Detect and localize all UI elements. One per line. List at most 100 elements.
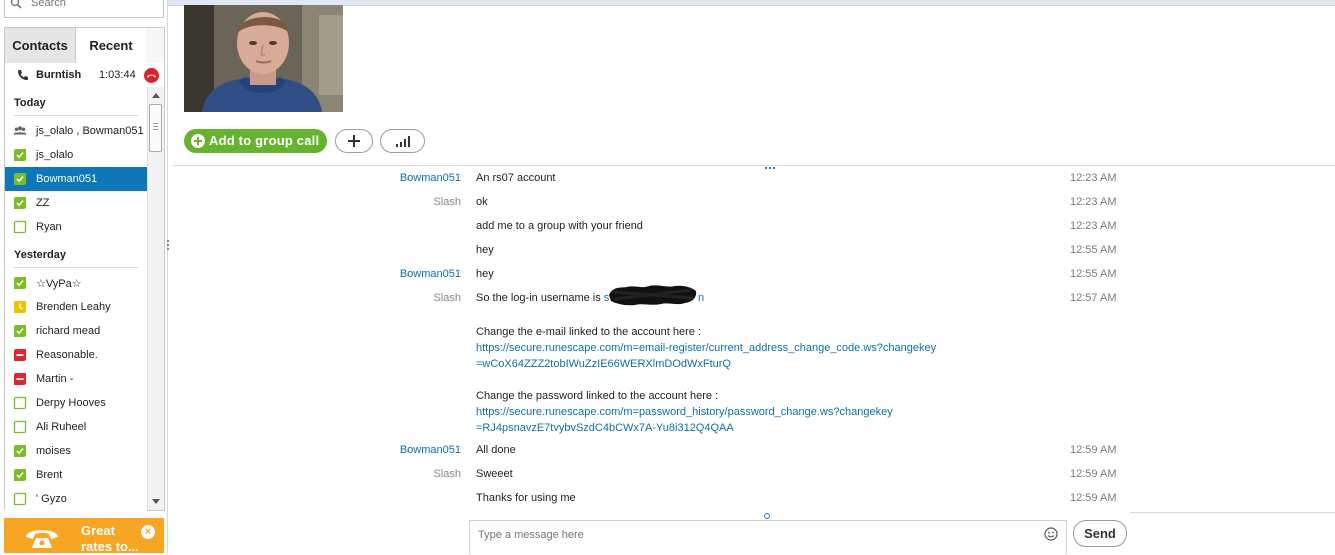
contact-item[interactable]: Brent xyxy=(5,463,147,487)
contact-name: Bowman051 xyxy=(36,173,98,185)
password-change-link[interactable]: https://secure.runescape.com/m=password_… xyxy=(476,406,893,418)
message-text: hey xyxy=(476,268,494,280)
contact-item[interactable]: ☆VyPa☆ xyxy=(5,271,147,295)
call-quality-button[interactable] xyxy=(380,129,425,153)
message-time: 12:55 AM xyxy=(1070,244,1117,256)
signal-bar xyxy=(408,136,410,147)
message-sender[interactable]: Bowman051 xyxy=(400,172,461,184)
phone-handset-icon xyxy=(26,530,58,548)
contact-portrait xyxy=(184,5,343,112)
contact-item[interactable]: Ryan xyxy=(5,215,147,239)
close-promo-icon[interactable]: × xyxy=(141,525,155,539)
contact-item[interactable]: js_olalo xyxy=(5,143,147,167)
group-heading-yesterday: Yesterday xyxy=(14,249,138,268)
contact-item[interactable]: richard mead xyxy=(5,319,147,343)
message-sender[interactable]: Slash xyxy=(433,196,461,208)
contact-name: moises xyxy=(36,445,71,457)
signal-bar xyxy=(396,144,398,147)
message-text-prefix: So the log-in username is xyxy=(476,292,604,304)
tab-contacts[interactable]: Contacts xyxy=(5,28,76,63)
message-time: 12:57 AM xyxy=(1070,292,1117,304)
group-heading-today: Today xyxy=(14,97,138,116)
contact-item[interactable]: ' Gyzo xyxy=(5,487,147,510)
online-status-icon xyxy=(14,173,26,185)
contact-item[interactable]: Ali Ruheel xyxy=(5,415,147,439)
send-button[interactable]: Send xyxy=(1073,520,1127,547)
message-sender[interactable]: Bowman051 xyxy=(400,444,461,456)
composer-top-line xyxy=(1130,512,1335,513)
contact-name: ' Gyzo xyxy=(36,493,67,505)
more-options-icon[interactable] xyxy=(765,160,777,169)
contact-item[interactable]: Reasonable. xyxy=(5,343,147,367)
message-text: So the log-in username is s xyxy=(476,292,609,304)
password-change-intro: Change the password linked to the accoun… xyxy=(476,390,719,402)
message-time: 12:23 AM xyxy=(1070,172,1117,184)
offline-status-icon xyxy=(13,420,27,434)
pane-splitter[interactable] xyxy=(167,240,170,252)
contact-item[interactable]: Derpy Hooves xyxy=(5,391,147,415)
message-time: 12:59 AM xyxy=(1070,468,1117,480)
contact-list-scrollbar[interactable] xyxy=(147,87,165,511)
contact-name: Brenden Leahy xyxy=(36,301,111,313)
emoticon-icon[interactable] xyxy=(1044,527,1058,541)
redaction-scribble xyxy=(609,285,697,306)
online-status-icon xyxy=(14,149,26,161)
composer-resize-handle[interactable] xyxy=(764,513,770,519)
message-sender[interactable]: Slash xyxy=(433,292,461,304)
contact-item[interactable]: Martin - xyxy=(5,367,147,391)
contact-name: Ali Ruheel xyxy=(36,421,87,433)
email-change-link[interactable]: https://secure.runescape.com/m=email-reg… xyxy=(476,342,936,354)
contact-name: Derpy Hooves xyxy=(36,397,106,409)
scroll-down-arrow-icon[interactable] xyxy=(152,499,160,504)
contact-name: ☆VyPa☆ xyxy=(36,278,82,290)
promo-line-1: Great xyxy=(81,523,115,538)
scrollbar-thumb[interactable] xyxy=(149,104,162,152)
tab-recent[interactable]: Recent xyxy=(76,28,146,63)
offline-status-icon xyxy=(13,396,27,410)
message-text: Thanks for using me xyxy=(476,492,576,504)
message-text: ok xyxy=(476,196,488,208)
message-input[interactable] xyxy=(478,527,1018,543)
message-sender[interactable]: Bowman051 xyxy=(400,268,461,280)
plus-icon xyxy=(191,134,205,148)
search-icon xyxy=(10,0,22,9)
message-text: Sweeet xyxy=(476,468,513,480)
sidebar: Contacts Recent Burntish 1:03:44 Today j… xyxy=(0,0,168,555)
message-sender[interactable]: Slash xyxy=(433,468,461,480)
message-composer[interactable] xyxy=(469,520,1067,554)
active-call-duration: 1:03:44 xyxy=(99,69,136,81)
group-icon xyxy=(13,126,27,135)
contact-item[interactable]: js_olalo , Bowman051 xyxy=(5,119,147,143)
contact-item[interactable]: moises xyxy=(5,439,147,463)
message-time: 12:55 AM xyxy=(1070,268,1117,280)
promo-banner[interactable]: Great rates to... × xyxy=(4,518,164,555)
contact-item-selected[interactable]: Bowman051 xyxy=(5,167,147,191)
contact-name: Reasonable. xyxy=(36,349,98,361)
offline-status-icon xyxy=(13,220,27,234)
contact-item[interactable]: Brenden Leahy xyxy=(5,295,147,319)
hang-up-button[interactable] xyxy=(144,68,159,83)
scroll-up-arrow-icon[interactable] xyxy=(152,93,160,98)
username-link-end[interactable]: n xyxy=(698,292,704,304)
add-to-group-call-label: Add to group call xyxy=(209,133,320,148)
search-input[interactable] xyxy=(31,0,151,10)
message-time: 12:59 AM xyxy=(1070,444,1117,456)
message-time: 12:59 AM xyxy=(1070,492,1117,504)
active-call-row[interactable]: Burntish 1:03:44 xyxy=(4,63,165,87)
hang-up-icon xyxy=(147,74,156,78)
contact-item[interactable]: ZZ xyxy=(5,191,147,215)
contact-name: richard mead xyxy=(36,325,101,337)
message-text: add me to a group with your friend xyxy=(476,220,643,232)
message-time: 12:23 AM xyxy=(1070,196,1117,208)
email-change-link-cont[interactable]: =wCoX64ZZZ2tobIWuZzIE66WERXlmDOdWxFturQ xyxy=(476,358,731,370)
online-status-icon xyxy=(14,277,26,289)
contact-name: Martin - xyxy=(36,373,74,385)
add-to-group-call-button[interactable]: Add to group call xyxy=(184,129,327,153)
add-plus-button[interactable] xyxy=(335,129,373,153)
online-status-icon xyxy=(14,445,26,457)
password-change-link-cont[interactable]: =RJ4psnavzE7tvybvSzdC4bCWx7A-Yu8i312Q4QA… xyxy=(476,422,734,434)
promo-text: Great rates to... xyxy=(81,523,139,555)
away-status-icon xyxy=(14,301,26,313)
search-box[interactable] xyxy=(4,0,164,18)
message-text: All done xyxy=(476,444,516,456)
